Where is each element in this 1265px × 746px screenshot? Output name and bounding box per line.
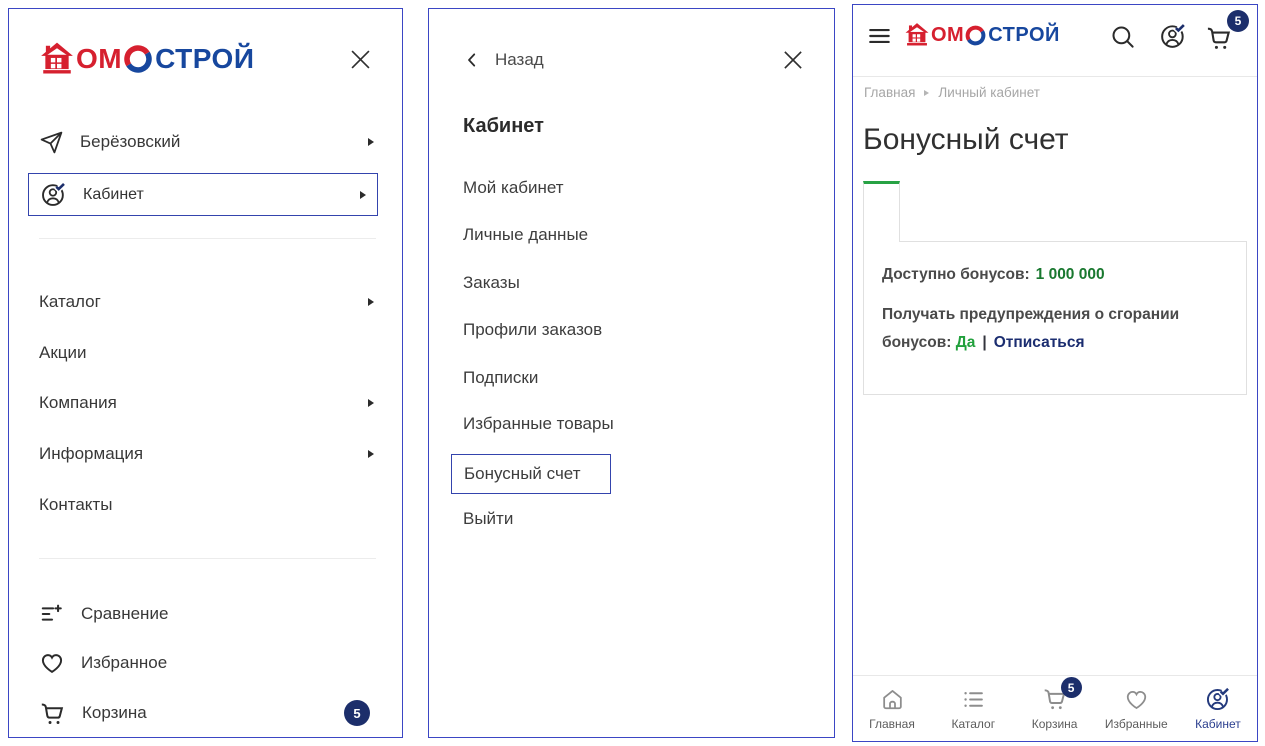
cart-icon (39, 700, 66, 727)
active-tab[interactable] (863, 181, 900, 242)
nav-item-home[interactable]: Главная (861, 687, 923, 731)
compare-icon (39, 601, 65, 627)
heart-icon (39, 650, 65, 676)
bonus-balance-line: Доступно бонусов: 1 000 000 (882, 266, 1228, 284)
home-icon (880, 687, 905, 712)
menu-item-contacts[interactable]: Контакты (39, 487, 374, 523)
city-label: Берёзовский (80, 132, 180, 152)
header-cart-count-badge: 5 (1227, 10, 1249, 32)
menu-header: ОМ СТРОЙ (39, 35, 374, 83)
cart-item[interactable]: Корзина 5 (39, 695, 374, 731)
nav-item-favorites[interactable]: Избранные (1105, 687, 1168, 731)
submenu-item-order-profiles[interactable]: Профили заказов (463, 313, 602, 347)
bonus-balance-value: 1 000 000 (1036, 266, 1105, 283)
location-icon (39, 130, 64, 155)
menu-item-information[interactable]: Информация (39, 436, 374, 472)
logo-text-stroy: СТРОЙ (988, 24, 1060, 47)
favorites-item[interactable]: Избранное (39, 645, 374, 681)
logo-house-icon (39, 41, 75, 77)
bonus-warning-line: Получать предупреждения о сгорании бонус… (882, 301, 1212, 357)
logo-ring-icon (122, 43, 154, 75)
submenu-item-subscriptions[interactable]: Подписки (463, 361, 538, 395)
logo-text-om: ОМ (76, 43, 122, 75)
compare-item[interactable]: Сравнение (39, 596, 374, 632)
hamburger-menu-icon[interactable] (867, 23, 893, 49)
submenu-arrow-icon (368, 298, 374, 306)
nav-cart-count-badge: 5 (1061, 677, 1082, 698)
submenu-arrow-icon (368, 138, 374, 146)
submenu-item-personal-data[interactable]: Личные данные (463, 218, 588, 252)
separator: | (982, 334, 986, 351)
screen: ОМ СТРОЙ (0, 0, 1265, 746)
breadcrumb-separator-icon (924, 90, 929, 96)
submenu-item-my-cabinet[interactable]: Мой кабинет (463, 171, 564, 205)
cabinet-menu-item[interactable]: Кабинет (28, 173, 378, 216)
bonus-account-page-panel: ОМ СТРОЙ (852, 4, 1258, 742)
account-check-icon[interactable] (1159, 22, 1187, 50)
logo-ring-icon (964, 24, 987, 47)
main-menu-panel: ОМ СТРОЙ (8, 8, 403, 738)
back-chevron-icon[interactable] (463, 51, 481, 69)
logo-text-om: ОМ (931, 24, 964, 47)
submenu-item-bonus-account-selected[interactable]: Бонусный счет (451, 454, 611, 494)
divider (39, 238, 376, 239)
submenu-arrow-icon (368, 399, 374, 407)
submenu-item-favorite-products[interactable]: Избранные товары (463, 407, 614, 441)
logo-house-icon (904, 22, 930, 48)
submenu-item-logout[interactable]: Выйти (463, 502, 513, 536)
menu-item-company[interactable]: Компания (39, 385, 374, 421)
warning-value: Да (956, 334, 976, 351)
logo[interactable]: ОМ СТРОЙ (904, 22, 1060, 48)
account-check-icon (1205, 686, 1231, 712)
nav-item-cart[interactable]: 5 Корзина (1024, 686, 1086, 731)
submenu-arrow-icon (360, 191, 366, 199)
bonus-balance-label: Доступно бонусов: (882, 266, 1030, 283)
breadcrumb-current: Личный кабинет (938, 85, 1040, 100)
unsubscribe-link[interactable]: Отписаться (994, 334, 1085, 351)
page-title: Бонусный счет (863, 123, 1069, 157)
cabinet-submenu-panel: Назад Кабинет Мой кабинет Личные данные … (428, 8, 835, 738)
breadcrumb: Главная Личный кабинет (864, 85, 1040, 100)
page-header: ОМ СТРОЙ (853, 5, 1257, 77)
close-icon[interactable] (780, 47, 806, 73)
menu-item-catalog[interactable]: Каталог (39, 284, 374, 320)
submenu-item-orders[interactable]: Заказы (463, 266, 520, 300)
submenu-arrow-icon (368, 450, 374, 458)
breadcrumb-home-link[interactable]: Главная (864, 85, 915, 100)
logo-text-stroy: СТРОЙ (155, 43, 254, 75)
city-select-item[interactable]: Берёзовский (39, 124, 374, 160)
catalog-icon (961, 687, 986, 712)
search-icon[interactable] (1109, 23, 1136, 50)
account-check-icon (40, 181, 67, 208)
nav-item-cabinet[interactable]: Кабинет (1187, 686, 1249, 731)
close-icon[interactable] (347, 46, 374, 73)
back-label[interactable]: Назад (495, 50, 544, 70)
submenu-title: Кабинет (463, 115, 544, 138)
back-row: Назад (463, 42, 806, 78)
bottom-navigation: Главная Каталог (853, 675, 1257, 741)
bonus-card: Доступно бонусов: 1 000 000 Получать пред… (863, 241, 1247, 395)
cart-count-badge: 5 (344, 700, 370, 726)
logo[interactable]: ОМ СТРОЙ (39, 41, 254, 77)
nav-item-catalog[interactable]: Каталог (942, 687, 1004, 731)
menu-item-promos[interactable]: Акции (39, 335, 374, 371)
cabinet-label: Кабинет (83, 186, 144, 204)
divider (39, 558, 376, 559)
heart-icon (1124, 687, 1149, 712)
